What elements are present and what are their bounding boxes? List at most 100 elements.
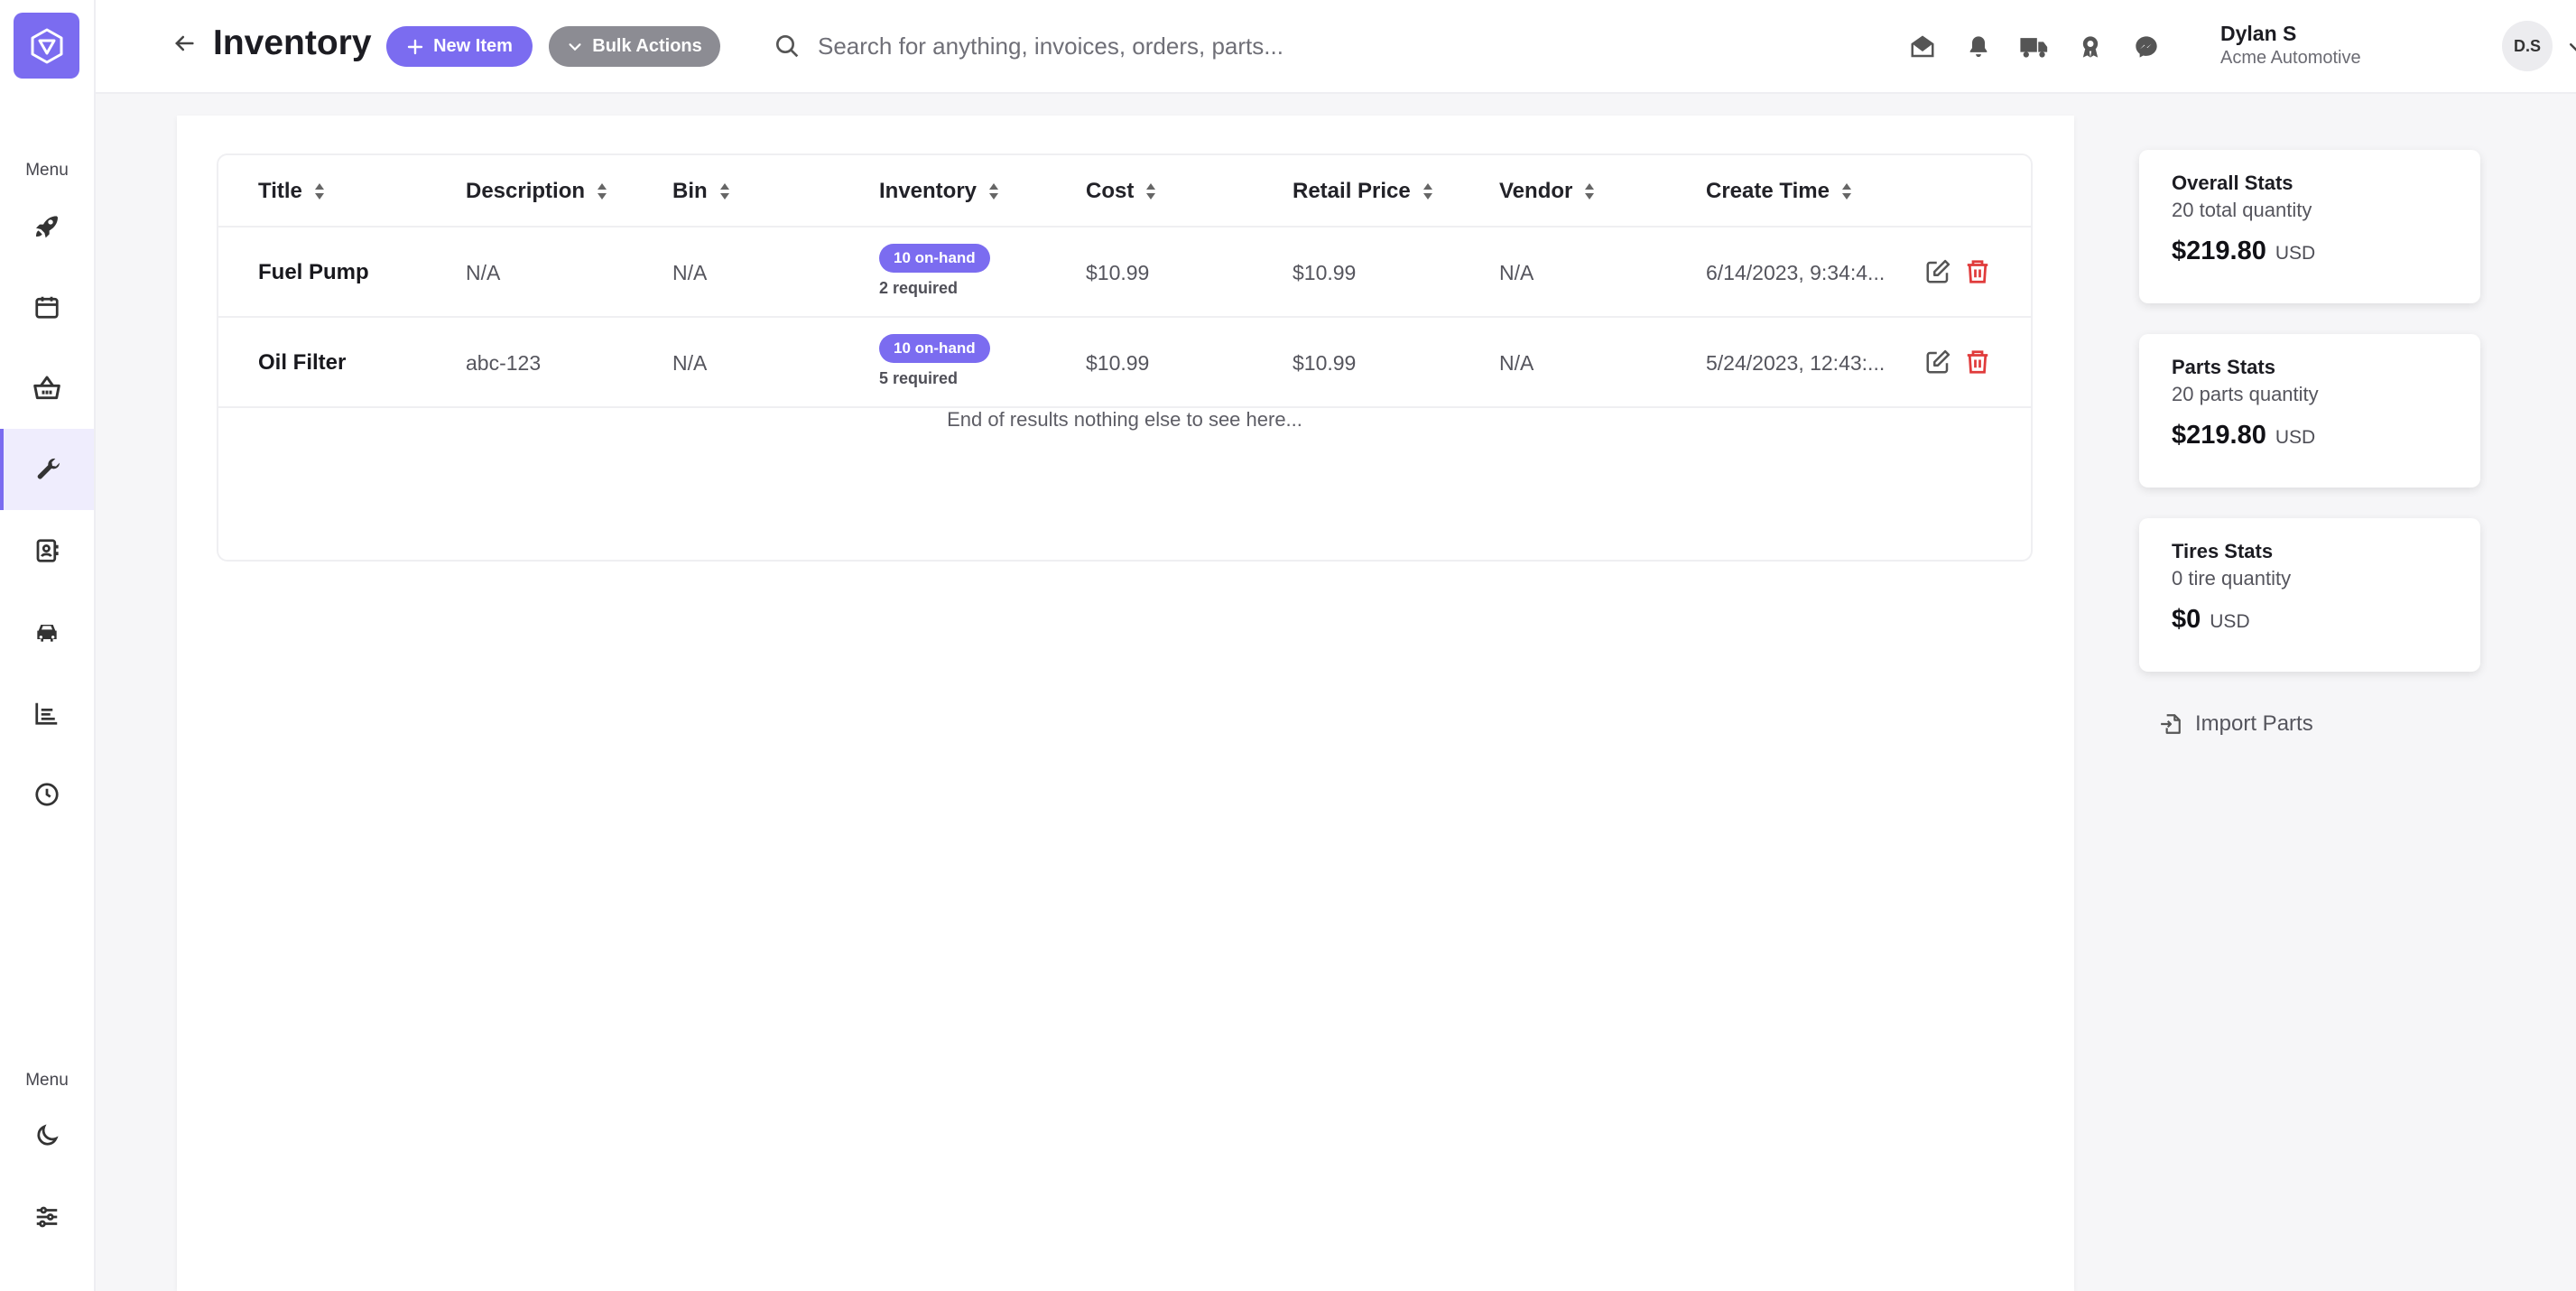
table-row: Fuel Pump N/A N/A 10 on-hand 2 required … (218, 228, 2031, 318)
sidebar-item-calendar[interactable] (0, 266, 94, 348)
clock-icon (35, 783, 59, 806)
inbox-button[interactable] (1906, 31, 1939, 63)
stat-card-tires: Tires Stats 0 tire quantity $0 USD (2139, 518, 2480, 672)
sidebar-item-orders[interactable] (0, 348, 94, 429)
sidebar-item-vehicles[interactable] (0, 591, 94, 673)
plus-icon (407, 39, 423, 54)
stat-card-overall: Overall Stats 20 total quantity $219.80 … (2139, 150, 2480, 303)
table-header: Title Description Bin Inventory Cost Ret… (218, 155, 2031, 228)
item-title[interactable]: Oil Filter (258, 318, 346, 408)
sidebar-item-settings[interactable] (0, 1176, 94, 1258)
edit-icon (1926, 259, 1951, 283)
moon-icon (37, 1124, 59, 1146)
item-description: abc-123 (466, 350, 542, 375)
column-label: Bin (672, 179, 708, 203)
edit-button[interactable] (1924, 258, 1953, 287)
stat-currency: USD (2210, 611, 2250, 632)
column-header-inventory[interactable]: Inventory (879, 155, 1000, 228)
bell-icon (1969, 36, 1988, 58)
back-button[interactable] (171, 31, 208, 63)
deliveries-button[interactable] (2018, 31, 2051, 63)
search-input[interactable] (818, 25, 1504, 67)
search-icon (776, 35, 799, 58)
avatar[interactable]: D.S (2502, 21, 2553, 71)
sidebar-item-reports[interactable] (0, 673, 94, 754)
messenger-button[interactable] (2130, 31, 2163, 63)
on-hand-badge: 10 on-hand (879, 244, 990, 273)
column-label: Create Time (1706, 179, 1830, 203)
table-row: Oil Filter abc-123 N/A 10 on-hand 5 requ… (218, 318, 2031, 408)
sidebar-item-contacts[interactable] (0, 510, 94, 591)
sort-icon (1146, 183, 1156, 200)
basket-icon (33, 376, 60, 400)
search-bar (773, 25, 1513, 67)
column-label: Inventory (879, 179, 978, 203)
sort-icon (1841, 183, 1851, 200)
wrench-icon (37, 458, 60, 479)
item-cost: $10.99 (1086, 260, 1150, 284)
item-create-time: 6/14/2023, 9:34:4... (1706, 261, 1886, 284)
messenger-icon (2136, 36, 2157, 58)
main-content: Title Description Bin Inventory Cost Ret… (177, 116, 2074, 1291)
item-vendor: N/A (1499, 260, 1534, 284)
sidebar-item-inventory[interactable] (0, 429, 94, 510)
sidebar-item-history[interactable] (0, 754, 94, 835)
stat-amount: $219.80 (2172, 421, 2266, 450)
column-label: Vendor (1499, 179, 1573, 203)
app-logo[interactable] (14, 13, 79, 79)
stat-subtitle: 20 parts quantity (2172, 383, 2319, 405)
rocket-icon (36, 216, 58, 238)
item-cost: $10.99 (1086, 350, 1150, 375)
stat-value: $219.80 USD (2172, 237, 2315, 266)
stat-currency: USD (2275, 243, 2316, 264)
bulk-actions-label: Bulk Actions (592, 36, 702, 56)
sidebar-bottom-menu-label: Menu (25, 1071, 69, 1090)
top-header: Inventory New Item Bulk Actions Dylan S … (96, 0, 2576, 94)
rewards-button[interactable] (2074, 31, 2107, 63)
item-create-time: 5/24/2023, 12:43:... (1706, 351, 1886, 375)
item-title[interactable]: Fuel Pump (258, 228, 369, 318)
stat-title: Tires Stats (2172, 540, 2274, 562)
sort-icon (719, 183, 729, 200)
trash-icon (1967, 350, 1988, 374)
chevron-down-icon (2570, 43, 2576, 51)
column-header-title[interactable]: Title (258, 155, 326, 228)
delete-button[interactable] (1964, 348, 1993, 377)
end-of-results-message: End of results nothing else to see here.… (947, 408, 1302, 431)
stat-currency: USD (2275, 427, 2316, 448)
chart-icon (35, 702, 58, 725)
import-parts-link[interactable]: Import Parts (2159, 711, 2313, 737)
new-item-button[interactable]: New Item (386, 26, 533, 67)
sort-icon (1422, 183, 1432, 200)
column-header-create-time[interactable]: Create Time (1706, 155, 1853, 228)
column-label: Description (466, 179, 586, 203)
column-label: Cost (1086, 179, 1135, 203)
sort-icon (314, 183, 324, 200)
column-header-vendor[interactable]: Vendor (1499, 155, 1596, 228)
file-import-icon (2161, 714, 2181, 734)
truck-icon (2020, 38, 2048, 58)
sidebar-item-dashboard[interactable] (0, 185, 94, 266)
stat-value: $0 USD (2172, 605, 2250, 635)
award-icon (2082, 36, 2099, 58)
column-header-retail-price[interactable]: Retail Price (1293, 155, 1434, 228)
stat-title: Parts Stats (2172, 356, 2275, 378)
on-hand-badge: 10 on-hand (879, 334, 990, 363)
sort-icon (1585, 183, 1595, 200)
bulk-actions-button[interactable]: Bulk Actions (549, 26, 720, 67)
column-header-description[interactable]: Description (466, 155, 608, 228)
column-label: Title (258, 179, 302, 203)
sort-icon (598, 183, 607, 200)
user-menu-toggle[interactable] (2565, 34, 2576, 61)
envelope-open-icon (1911, 35, 1934, 58)
logo-icon (31, 28, 62, 63)
column-header-cost[interactable]: Cost (1086, 155, 1157, 228)
sidebar-menu-label: Menu (25, 161, 69, 180)
car-icon (37, 625, 57, 642)
sidebar-item-dark-mode[interactable] (0, 1095, 94, 1176)
column-header-bin[interactable]: Bin (672, 155, 731, 228)
delete-button[interactable] (1964, 258, 1993, 287)
notifications-button[interactable] (1962, 31, 1995, 63)
edit-button[interactable] (1924, 348, 1953, 377)
item-vendor: N/A (1499, 350, 1534, 375)
